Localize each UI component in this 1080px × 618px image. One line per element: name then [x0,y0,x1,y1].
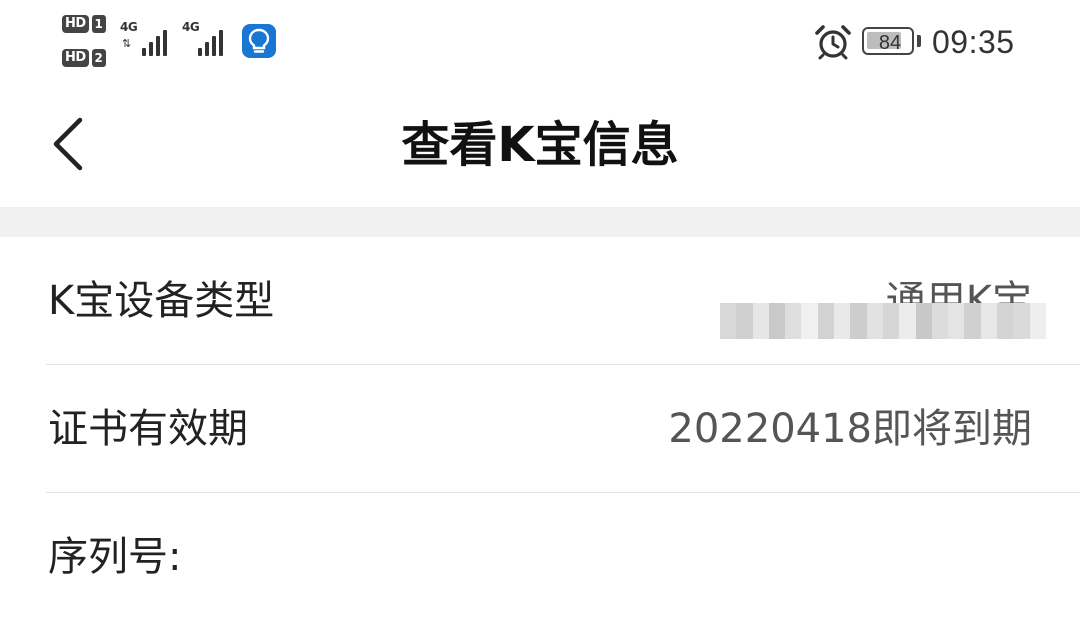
hd-badge: HD [62,49,89,67]
section-divider [0,207,1080,237]
network-type-label: 4G [182,20,200,34]
sim-number-badge: 2 [91,49,106,67]
battery-level-text: 84 [878,32,902,54]
sim2-hd-indicator: HD 2 [62,48,106,68]
dual-sim-indicator: HD 1 HD 2 [62,12,112,70]
hd-badge: HD [62,15,89,33]
status-bar: HD 1 HD 2 4G ⇅ 4G 84 09:35 [0,0,1080,84]
back-button[interactable] [30,104,110,184]
data-activity-icon: ⇅ [122,37,132,50]
certificate-validity-value: 20220418即将到期 [668,406,1032,452]
device-type-label: K宝设备类型 [48,278,275,324]
serial-number-row: 序列号: [0,493,1080,618]
sim1-hd-indicator: HD 1 [62,14,106,34]
signal-strength-sim2-icon: 4G [182,20,234,56]
serial-number-label: 序列号: [48,534,182,580]
chevron-left-icon [53,117,83,171]
signal-strength-sim1-icon: 4G ⇅ [120,20,172,56]
title-bar: 查看K宝信息 [0,84,1080,207]
certificate-validity-label: 证书有效期 [48,406,248,452]
status-clock: 09:35 [932,24,1015,60]
sim-number-badge: 1 [91,15,106,33]
device-type-value: 通用K宝 [885,278,1032,324]
k-bao-info-list: K宝设备类型 通用K宝 证书有效期 20220418即将到期 序列号: [0,237,1080,618]
battery-icon: 84 [862,27,922,57]
signal-bars-icon [142,26,167,56]
page-title: 查看K宝信息 [401,117,679,173]
signal-bars-icon [198,26,223,56]
network-type-label: 4G [120,20,138,34]
alarm-icon [814,24,852,60]
serial-number-redacted-value [720,303,1046,339]
device-type-row: K宝设备类型 通用K宝 [0,237,1080,365]
certificate-validity-row: 证书有效期 20220418即将到期 [0,365,1080,493]
lightbulb-notification-icon [242,24,276,58]
